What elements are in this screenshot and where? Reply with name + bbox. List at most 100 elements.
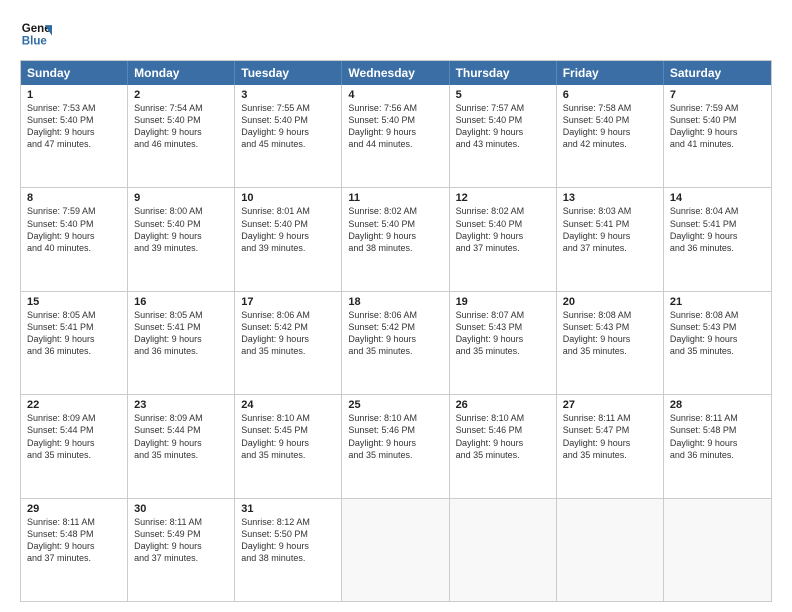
- day-number: 19: [456, 296, 550, 308]
- cell-info: Sunrise: 8:02 AMSunset: 5:40 PMDaylight:…: [348, 205, 442, 254]
- calendar-cell: 7Sunrise: 7:59 AMSunset: 5:40 PMDaylight…: [664, 85, 771, 187]
- cell-info: Sunrise: 8:06 AMSunset: 5:42 PMDaylight:…: [348, 309, 442, 358]
- calendar-week-row: 8Sunrise: 7:59 AMSunset: 5:40 PMDaylight…: [21, 187, 771, 290]
- calendar-cell: 30Sunrise: 8:11 AMSunset: 5:49 PMDayligh…: [128, 499, 235, 601]
- day-number: 6: [563, 89, 657, 101]
- calendar-cell: 13Sunrise: 8:03 AMSunset: 5:41 PMDayligh…: [557, 188, 664, 290]
- calendar-cell: 23Sunrise: 8:09 AMSunset: 5:44 PMDayligh…: [128, 395, 235, 497]
- day-number: 3: [241, 89, 335, 101]
- cell-info: Sunrise: 7:59 AMSunset: 5:40 PMDaylight:…: [27, 205, 121, 254]
- cell-info: Sunrise: 8:04 AMSunset: 5:41 PMDaylight:…: [670, 205, 765, 254]
- cell-info: Sunrise: 7:53 AMSunset: 5:40 PMDaylight:…: [27, 102, 121, 151]
- day-number: 29: [27, 503, 121, 515]
- day-number: 28: [670, 399, 765, 411]
- cell-info: Sunrise: 8:05 AMSunset: 5:41 PMDaylight:…: [27, 309, 121, 358]
- logo-icon: General Blue: [20, 18, 52, 50]
- day-number: 16: [134, 296, 228, 308]
- cell-info: Sunrise: 8:11 AMSunset: 5:47 PMDaylight:…: [563, 412, 657, 461]
- cell-info: Sunrise: 8:01 AMSunset: 5:40 PMDaylight:…: [241, 205, 335, 254]
- calendar-cell: 29Sunrise: 8:11 AMSunset: 5:48 PMDayligh…: [21, 499, 128, 601]
- cell-info: Sunrise: 8:07 AMSunset: 5:43 PMDaylight:…: [456, 309, 550, 358]
- calendar-cell: 14Sunrise: 8:04 AMSunset: 5:41 PMDayligh…: [664, 188, 771, 290]
- calendar-week-row: 22Sunrise: 8:09 AMSunset: 5:44 PMDayligh…: [21, 394, 771, 497]
- day-number: 27: [563, 399, 657, 411]
- cell-info: Sunrise: 8:05 AMSunset: 5:41 PMDaylight:…: [134, 309, 228, 358]
- calendar-cell: 25Sunrise: 8:10 AMSunset: 5:46 PMDayligh…: [342, 395, 449, 497]
- calendar-cell: 16Sunrise: 8:05 AMSunset: 5:41 PMDayligh…: [128, 292, 235, 394]
- day-number: 9: [134, 192, 228, 204]
- cell-info: Sunrise: 7:57 AMSunset: 5:40 PMDaylight:…: [456, 102, 550, 151]
- weekday-header: Saturday: [664, 61, 771, 85]
- calendar-cell: 22Sunrise: 8:09 AMSunset: 5:44 PMDayligh…: [21, 395, 128, 497]
- day-number: 11: [348, 192, 442, 204]
- calendar-cell: 20Sunrise: 8:08 AMSunset: 5:43 PMDayligh…: [557, 292, 664, 394]
- calendar: SundayMondayTuesdayWednesdayThursdayFrid…: [20, 60, 772, 602]
- calendar-cell: 3Sunrise: 7:55 AMSunset: 5:40 PMDaylight…: [235, 85, 342, 187]
- calendar-cell: 17Sunrise: 8:06 AMSunset: 5:42 PMDayligh…: [235, 292, 342, 394]
- calendar-cell: [557, 499, 664, 601]
- calendar-cell: 12Sunrise: 8:02 AMSunset: 5:40 PMDayligh…: [450, 188, 557, 290]
- calendar-cell: 10Sunrise: 8:01 AMSunset: 5:40 PMDayligh…: [235, 188, 342, 290]
- day-number: 7: [670, 89, 765, 101]
- day-number: 10: [241, 192, 335, 204]
- day-number: 5: [456, 89, 550, 101]
- calendar-cell: 6Sunrise: 7:58 AMSunset: 5:40 PMDaylight…: [557, 85, 664, 187]
- calendar-week-row: 29Sunrise: 8:11 AMSunset: 5:48 PMDayligh…: [21, 498, 771, 601]
- cell-info: Sunrise: 8:11 AMSunset: 5:49 PMDaylight:…: [134, 516, 228, 565]
- calendar-cell: 2Sunrise: 7:54 AMSunset: 5:40 PMDaylight…: [128, 85, 235, 187]
- day-number: 22: [27, 399, 121, 411]
- calendar-week-row: 1Sunrise: 7:53 AMSunset: 5:40 PMDaylight…: [21, 85, 771, 187]
- cell-info: Sunrise: 8:10 AMSunset: 5:45 PMDaylight:…: [241, 412, 335, 461]
- weekday-header: Tuesday: [235, 61, 342, 85]
- day-number: 24: [241, 399, 335, 411]
- cell-info: Sunrise: 7:56 AMSunset: 5:40 PMDaylight:…: [348, 102, 442, 151]
- day-number: 20: [563, 296, 657, 308]
- day-number: 14: [670, 192, 765, 204]
- cell-info: Sunrise: 8:11 AMSunset: 5:48 PMDaylight:…: [27, 516, 121, 565]
- day-number: 21: [670, 296, 765, 308]
- calendar-cell: [450, 499, 557, 601]
- calendar-body: 1Sunrise: 7:53 AMSunset: 5:40 PMDaylight…: [21, 85, 771, 601]
- cell-info: Sunrise: 8:00 AMSunset: 5:40 PMDaylight:…: [134, 205, 228, 254]
- calendar-cell: [664, 499, 771, 601]
- calendar-cell: 9Sunrise: 8:00 AMSunset: 5:40 PMDaylight…: [128, 188, 235, 290]
- day-number: 13: [563, 192, 657, 204]
- calendar-cell: 4Sunrise: 7:56 AMSunset: 5:40 PMDaylight…: [342, 85, 449, 187]
- cell-info: Sunrise: 8:10 AMSunset: 5:46 PMDaylight:…: [348, 412, 442, 461]
- calendar-cell: 15Sunrise: 8:05 AMSunset: 5:41 PMDayligh…: [21, 292, 128, 394]
- cell-info: Sunrise: 8:12 AMSunset: 5:50 PMDaylight:…: [241, 516, 335, 565]
- day-number: 8: [27, 192, 121, 204]
- calendar-cell: 21Sunrise: 8:08 AMSunset: 5:43 PMDayligh…: [664, 292, 771, 394]
- day-number: 12: [456, 192, 550, 204]
- day-number: 25: [348, 399, 442, 411]
- cell-info: Sunrise: 7:58 AMSunset: 5:40 PMDaylight:…: [563, 102, 657, 151]
- day-number: 18: [348, 296, 442, 308]
- calendar-cell: 24Sunrise: 8:10 AMSunset: 5:45 PMDayligh…: [235, 395, 342, 497]
- cell-info: Sunrise: 8:10 AMSunset: 5:46 PMDaylight:…: [456, 412, 550, 461]
- calendar-cell: 28Sunrise: 8:11 AMSunset: 5:48 PMDayligh…: [664, 395, 771, 497]
- logo: General Blue: [20, 18, 52, 50]
- cell-info: Sunrise: 8:08 AMSunset: 5:43 PMDaylight:…: [563, 309, 657, 358]
- cell-info: Sunrise: 7:54 AMSunset: 5:40 PMDaylight:…: [134, 102, 228, 151]
- calendar-cell: 31Sunrise: 8:12 AMSunset: 5:50 PMDayligh…: [235, 499, 342, 601]
- day-number: 30: [134, 503, 228, 515]
- calendar-header: SundayMondayTuesdayWednesdayThursdayFrid…: [21, 61, 771, 85]
- calendar-cell: 8Sunrise: 7:59 AMSunset: 5:40 PMDaylight…: [21, 188, 128, 290]
- weekday-header: Friday: [557, 61, 664, 85]
- calendar-cell: 27Sunrise: 8:11 AMSunset: 5:47 PMDayligh…: [557, 395, 664, 497]
- day-number: 31: [241, 503, 335, 515]
- calendar-cell: 19Sunrise: 8:07 AMSunset: 5:43 PMDayligh…: [450, 292, 557, 394]
- weekday-header: Wednesday: [342, 61, 449, 85]
- cell-info: Sunrise: 8:09 AMSunset: 5:44 PMDaylight:…: [134, 412, 228, 461]
- weekday-header: Sunday: [21, 61, 128, 85]
- day-number: 2: [134, 89, 228, 101]
- page: General Blue SundayMondayTuesdayWednesda…: [0, 0, 792, 612]
- calendar-cell: 18Sunrise: 8:06 AMSunset: 5:42 PMDayligh…: [342, 292, 449, 394]
- day-number: 1: [27, 89, 121, 101]
- day-number: 17: [241, 296, 335, 308]
- calendar-cell: 26Sunrise: 8:10 AMSunset: 5:46 PMDayligh…: [450, 395, 557, 497]
- calendar-week-row: 15Sunrise: 8:05 AMSunset: 5:41 PMDayligh…: [21, 291, 771, 394]
- header: General Blue: [20, 18, 772, 50]
- calendar-cell: 5Sunrise: 7:57 AMSunset: 5:40 PMDaylight…: [450, 85, 557, 187]
- cell-info: Sunrise: 8:09 AMSunset: 5:44 PMDaylight:…: [27, 412, 121, 461]
